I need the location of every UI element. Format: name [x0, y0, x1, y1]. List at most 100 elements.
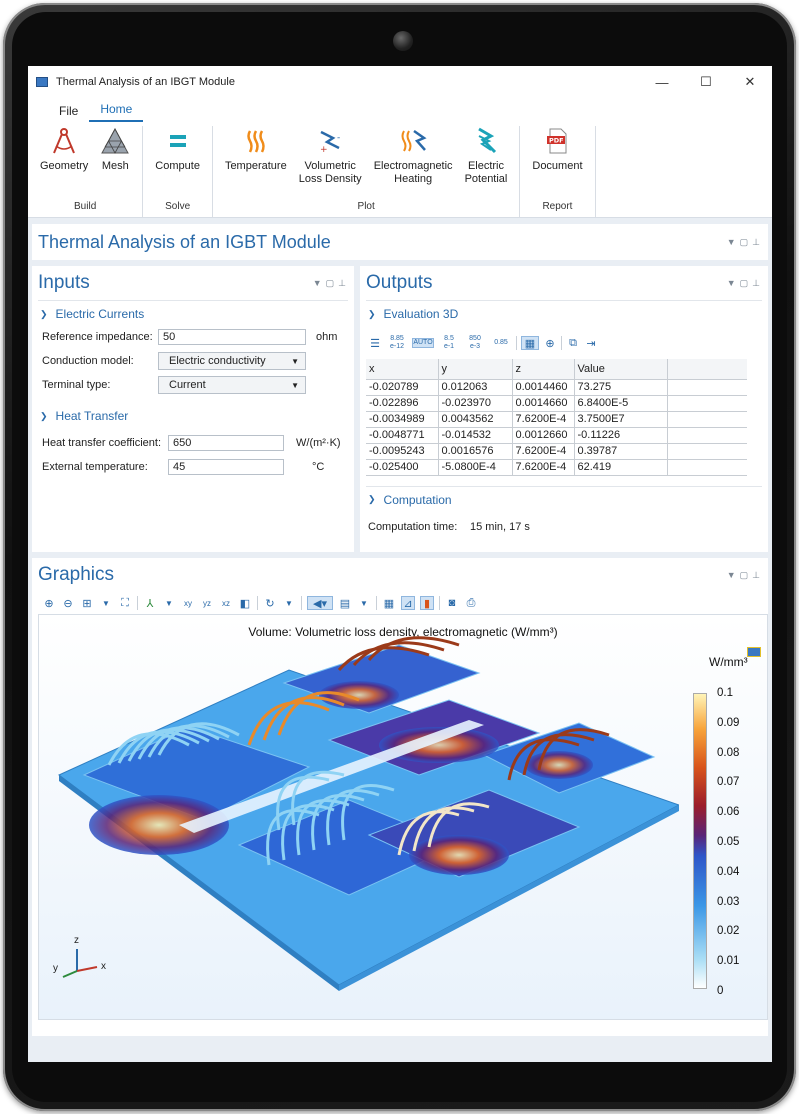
conduction-model-select[interactable]: Electric conductivity ▼: [158, 352, 306, 370]
htc-input[interactable]: [168, 435, 284, 451]
globe-icon[interactable]: ⊕: [543, 336, 557, 350]
close-button[interactable]: ✕: [728, 66, 772, 98]
computation-time-value: 15 min, 17 s: [470, 520, 530, 533]
table-row[interactable]: -0.0048771 -0.014532 0.0012660 -0.11226: [366, 427, 747, 444]
view-axes-icon[interactable]: ⅄: [143, 596, 157, 610]
table-row[interactable]: -0.020789 0.012063 0.0014460 73.275: [366, 379, 747, 396]
column-header-value[interactable]: Value: [574, 359, 668, 380]
panel-menu-icon[interactable]: ▼: [727, 237, 736, 248]
camera: [393, 31, 413, 51]
panel-maximize-icon[interactable]: ▢: [326, 278, 335, 289]
graphics-viewport[interactable]: Volume: Volumetric loss density, electro…: [38, 614, 768, 1020]
precision-decimal-button[interactable]: 0.85: [490, 339, 512, 347]
panel-maximize-icon[interactable]: ▢: [740, 237, 749, 248]
ribbon-group-plot-label: Plot: [357, 201, 375, 212]
table-view-icon[interactable]: ▦: [521, 336, 539, 350]
rotate-icon[interactable]: ↻: [263, 596, 277, 610]
tab-file[interactable]: File: [48, 104, 89, 122]
ext-temp-input[interactable]: [168, 459, 284, 475]
mesh-label: Mesh: [101, 160, 129, 172]
grid-icon[interactable]: ▦: [382, 596, 396, 610]
title-bar: Thermal Analysis of an IBGT Module — ☐ ✕: [28, 66, 772, 98]
column-header-y[interactable]: y: [438, 359, 513, 380]
zoom-out-icon[interactable]: ⊖: [61, 596, 75, 610]
view-yz-icon[interactable]: yz: [200, 596, 214, 610]
table-row[interactable]: -0.0095243 0.0016576 7.6200E-4 0.39787: [366, 443, 747, 460]
panel-pin-icon[interactable]: ⊥: [752, 237, 760, 248]
panel-pin-icon[interactable]: ⊥: [338, 278, 346, 289]
panel-menu-icon[interactable]: ▼: [727, 278, 736, 289]
zoom-in-icon[interactable]: ⊕: [42, 596, 56, 610]
electromagnetic-heating-button[interactable]: Electromagnetic Heating: [368, 126, 459, 201]
view-xy-icon[interactable]: xy: [181, 596, 195, 610]
electric-potential-icon: [478, 127, 497, 154]
document-button[interactable]: PDF Document: [526, 126, 588, 201]
panel-pin-icon[interactable]: ⊥: [752, 278, 760, 289]
scene-light-icon[interactable]: [747, 647, 761, 657]
print-icon[interactable]: ⎙: [464, 596, 478, 610]
cell-y: 0.0043562: [438, 411, 513, 428]
table-row[interactable]: -0.025400 -5.0800E-4 7.6200E-4 62.419: [366, 459, 747, 476]
copy-table-icon[interactable]: ⧉: [566, 336, 580, 350]
scene-icon[interactable]: ▤: [338, 596, 352, 610]
cell-value: 6.8400E-5: [574, 395, 668, 412]
page-title: Thermal Analysis of an IGBT Module: [38, 231, 331, 252]
toolbar-separator: [257, 596, 258, 610]
mesh-button[interactable]: Mesh: [94, 126, 136, 201]
panel-maximize-icon[interactable]: ▢: [740, 278, 749, 289]
chevron-down-icon[interactable]: ▼: [357, 596, 371, 610]
app-window: Thermal Analysis of an IBGT Module — ☐ ✕…: [28, 66, 772, 1062]
ext-temp-row: External temperature: °C: [32, 455, 354, 479]
panel-maximize-icon[interactable]: ▢: [740, 570, 749, 581]
section-evaluation-3d[interactable]: ❯ Evaluation 3D: [360, 303, 768, 325]
camera-icon[interactable]: ◙: [445, 596, 459, 610]
outputs-header: Outputs ▼ ▢ ⊥: [360, 266, 768, 300]
precision-full-button[interactable]: 8.85 e-12: [386, 335, 408, 351]
legend-toggle-icon[interactable]: ▮: [420, 596, 434, 610]
cell-y: -0.023970: [438, 395, 513, 412]
zoom-extents-icon[interactable]: ⛶: [118, 596, 132, 610]
view-xz-icon[interactable]: xz: [219, 596, 233, 610]
column-header-z[interactable]: z: [512, 359, 575, 380]
section-heat-transfer[interactable]: ❯ Heat Transfer: [32, 405, 354, 427]
terminal-type-select[interactable]: Current ▼: [158, 376, 306, 394]
section-computation[interactable]: ❯ Computation: [360, 489, 768, 511]
electric-label-line1: Electric: [467, 160, 504, 172]
zoom-box-icon[interactable]: ⊞: [80, 596, 94, 610]
view-3d-icon[interactable]: ◧: [238, 596, 252, 610]
table-row[interactable]: -0.022896 -0.023970 0.0014660 6.8400E-5: [366, 395, 747, 412]
electric-potential-button[interactable]: Electric Potential: [459, 126, 514, 201]
precision-e3-button[interactable]: 850 e-3: [464, 335, 486, 351]
table-row[interactable]: -0.0034989 0.0043562 7.6200E-4 3.7500E7: [366, 411, 747, 428]
volumetric-loss-density-button[interactable]: + - Volumetric Loss Density: [293, 126, 368, 201]
compute-button[interactable]: Compute: [149, 126, 206, 201]
terminal-type-value: Current: [169, 379, 206, 391]
reference-impedance-input[interactable]: [158, 329, 306, 345]
panel-menu-icon[interactable]: ▼: [313, 278, 322, 289]
auto-precision-button[interactable]: AUTO: [412, 338, 434, 348]
lighting-icon[interactable]: ◀▾: [307, 596, 333, 610]
graphics-panel-controls: ▼ ▢ ⊥: [727, 570, 768, 581]
chevron-down-icon[interactable]: ▼: [282, 596, 296, 610]
minimize-button[interactable]: —: [640, 66, 684, 98]
panel-menu-icon[interactable]: ▼: [727, 570, 736, 581]
geometry-button[interactable]: Geometry: [34, 126, 94, 201]
chevron-down-icon[interactable]: ▼: [99, 596, 113, 610]
list-icon[interactable]: ☰: [368, 336, 382, 350]
panel-pin-icon[interactable]: ⊥: [752, 570, 760, 581]
volumetric-label-line2: Loss Density: [298, 173, 362, 185]
chevron-down-icon[interactable]: ▼: [162, 596, 176, 610]
maximize-button[interactable]: ☐: [684, 66, 728, 98]
colorbar-unit: W/mm³: [709, 655, 748, 669]
em-heating-label-line2: Heating: [394, 173, 433, 185]
precision-e1-button[interactable]: 8.5 e-1: [438, 335, 460, 351]
temperature-button[interactable]: Temperature: [219, 126, 293, 201]
tab-home[interactable]: Home: [89, 102, 144, 122]
conduction-model-value: Electric conductivity: [169, 355, 266, 367]
axis-toggle-icon[interactable]: ⊿: [401, 596, 415, 610]
ribbon: Geometry Mesh Build Compute Solve Temper…: [28, 122, 772, 218]
export-table-icon[interactable]: ⇥: [584, 336, 598, 350]
column-header-x[interactable]: x: [366, 359, 439, 380]
inputs-title: Inputs: [38, 272, 90, 293]
section-electric-currents[interactable]: ❯ Electric Currents: [32, 303, 354, 325]
